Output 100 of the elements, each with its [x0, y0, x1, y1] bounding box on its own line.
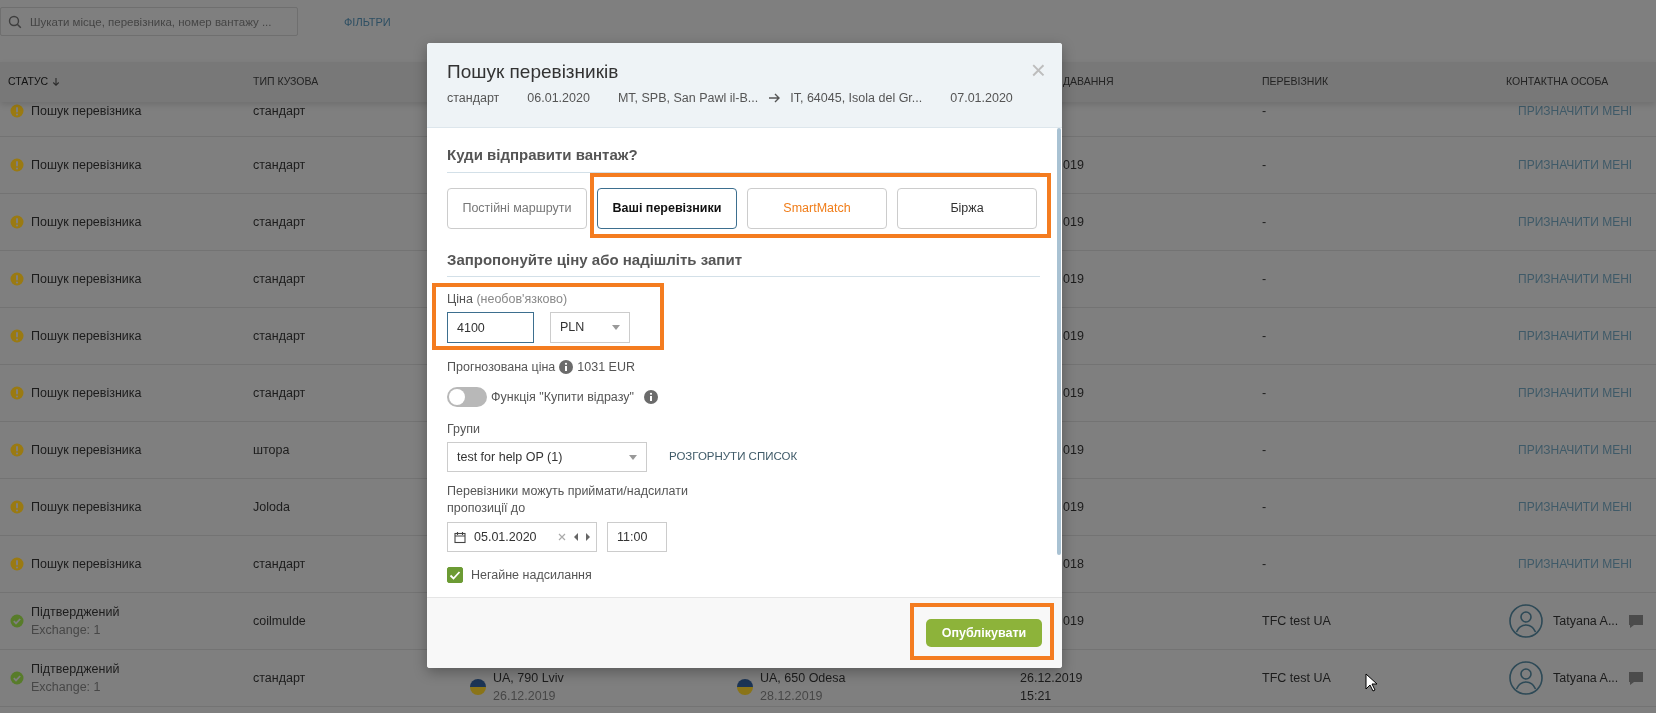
toggle-switch[interactable] — [447, 387, 487, 407]
body-type-text: стандарт — [253, 669, 306, 687]
date-text: 019 — [1063, 442, 1084, 459]
date-field[interactable]: 05.01.2020 — [447, 522, 597, 552]
warning-icon — [10, 443, 24, 457]
column-header[interactable]: СТАТУС — [8, 74, 61, 90]
carrier-text: TFC test UA — [1262, 669, 1331, 687]
destination-tab[interactable]: Ваші перевізники — [597, 188, 737, 229]
carrier-text: - — [1262, 555, 1267, 573]
warning-icon — [10, 215, 24, 229]
flag-icon — [470, 679, 486, 695]
status-text: Пошук перевізника — [31, 213, 142, 231]
forecast-label: Прогнозована ціна — [447, 359, 556, 376]
arrow-icon — [768, 92, 781, 104]
dialog-title: Пошук перевізників — [447, 60, 619, 84]
check-icon — [10, 671, 24, 685]
warning-icon — [10, 500, 24, 514]
body-type-text: стандарт — [253, 384, 306, 402]
date-text: 019 — [1063, 271, 1084, 288]
body-type-text: стандарт — [253, 156, 306, 174]
assign-link[interactable]: ПРИЗНАЧИТИ МЕНІ — [1518, 555, 1633, 573]
publish-button[interactable]: Опублікувати — [926, 619, 1042, 647]
warning-icon — [10, 272, 24, 286]
column-header[interactable]: ПЕРЕВІЗНИК — [1262, 74, 1329, 90]
checkmark-icon — [449, 569, 461, 581]
info-icon[interactable] — [643, 390, 658, 404]
assign-link[interactable]: ПРИЗНАЧИТИ МЕНІ — [1518, 156, 1633, 174]
filters-link[interactable]: ФІЛЬТРИ — [344, 14, 391, 31]
summary-text: 06.01.2020 — [527, 90, 590, 107]
contact-name: Tatyana A... — [1553, 612, 1619, 630]
price-input[interactable]: 4100 — [447, 312, 534, 343]
flag-icon — [737, 679, 753, 695]
status-text: Пошук перевізника — [31, 270, 142, 288]
section-heading: Запропонуйте ціну або надішліть запит — [447, 251, 1040, 277]
carrier-text: - — [1262, 270, 1267, 288]
clear-icon[interactable] — [558, 533, 566, 541]
date-text: 019 — [1063, 157, 1084, 174]
carrier-text: - — [1262, 156, 1267, 174]
body-type-text: coilmulde — [253, 612, 306, 630]
group-select[interactable]: test for help OP (1) — [447, 442, 647, 472]
status-text: Підтверджений — [31, 661, 120, 678]
currency-select[interactable]: PLN — [550, 312, 630, 343]
carrier-text: - — [1262, 213, 1267, 231]
summary-text: IT, 64045, Isola del Gr... — [790, 90, 923, 107]
body-type-text: стандарт — [253, 270, 306, 288]
status-text: Пошук перевізника — [31, 327, 142, 345]
assign-link[interactable]: ПРИЗНАЧИТИ МЕНІ — [1518, 213, 1633, 231]
destination-tab[interactable]: Біржа — [897, 188, 1037, 229]
status-text: Пошук перевізника — [31, 384, 142, 402]
place-text: UA, 790 Lviv — [493, 670, 564, 687]
assign-link[interactable]: ПРИЗНАЧИТИ МЕНІ — [1518, 441, 1633, 459]
status-text: Пошук перевізника — [31, 156, 142, 174]
column-header[interactable]: ДАВАННЯ — [1063, 74, 1114, 90]
date-text: 019 — [1063, 499, 1084, 516]
chat-icon[interactable] — [1628, 613, 1645, 629]
next-icon[interactable] — [586, 533, 590, 541]
sort-arrow-icon — [52, 77, 61, 87]
contact-name: Tatyana A... — [1553, 669, 1619, 687]
previous-icon[interactable] — [574, 533, 578, 541]
expand-link[interactable]: РОЗГОРНУТИ СПИСОК — [669, 448, 798, 466]
search-field[interactable]: Шукати місце, перевізника, номер вантажу ... — [0, 7, 298, 36]
destination-tab[interactable]: Постійні маршрути — [447, 188, 587, 229]
field-label: Перевізники можуть приймати/надсилати пропозиції до — [447, 483, 689, 517]
time-field[interactable]: 11:00 — [607, 522, 667, 552]
place-text: UA, 650 Odesa — [760, 670, 846, 687]
assign-link[interactable]: ПРИЗНАЧИТИ МЕНІ — [1518, 270, 1633, 288]
column-header[interactable]: КОНТАКТНА ОСОБА — [1506, 74, 1609, 90]
summary-text: стандарт — [447, 90, 500, 107]
info-icon[interactable] — [559, 360, 574, 374]
warning-icon — [10, 104, 24, 119]
body-type-text: Joloda — [253, 498, 290, 516]
carrier-text: - — [1262, 327, 1267, 345]
caret-icon — [612, 325, 620, 330]
assign-link[interactable]: ПРИЗНАЧИТИ МЕНІ — [1518, 384, 1633, 402]
carrier-text: TFC test UA — [1262, 612, 1331, 630]
date-text: 26.12.2019 — [1020, 670, 1083, 687]
checkbox[interactable] — [447, 567, 463, 583]
summary-text: 07.01.2020 — [950, 90, 1013, 107]
destination-tab[interactable]: SmartMatch — [747, 188, 887, 229]
check-icon — [10, 614, 24, 628]
status-text: Пошук перевізника — [31, 441, 142, 459]
assign-link[interactable]: ПРИЗНАЧИТИ МЕНІ — [1518, 498, 1633, 516]
body-type-text: штора — [253, 441, 290, 459]
forecast-value: 1031 EUR — [577, 359, 635, 376]
status-text: Пошук перевізника — [31, 555, 142, 573]
status-note: Exchange: 1 — [31, 679, 102, 696]
status-text: Пошук перевізника — [31, 103, 142, 120]
body-type-text: стандарт — [253, 213, 306, 231]
column-header[interactable]: ТИП КУЗОВА — [253, 74, 319, 90]
assign-link[interactable]: ПРИЗНАЧИТИ МЕНІ — [1518, 327, 1633, 345]
warning-icon — [10, 158, 24, 172]
body-type-text: стандарт — [253, 555, 306, 573]
scrollbar[interactable] — [1057, 128, 1061, 555]
carrier-text: - — [1262, 103, 1267, 120]
assign-link[interactable]: ПРИЗНАЧИТИ МЕНІ — [1518, 102, 1633, 120]
chat-icon[interactable] — [1628, 670, 1645, 686]
date-text: 15:21 — [1020, 688, 1053, 705]
date-text: 019 — [1063, 385, 1084, 402]
field-label: Ціна — [447, 292, 473, 306]
search-icon — [8, 15, 22, 29]
